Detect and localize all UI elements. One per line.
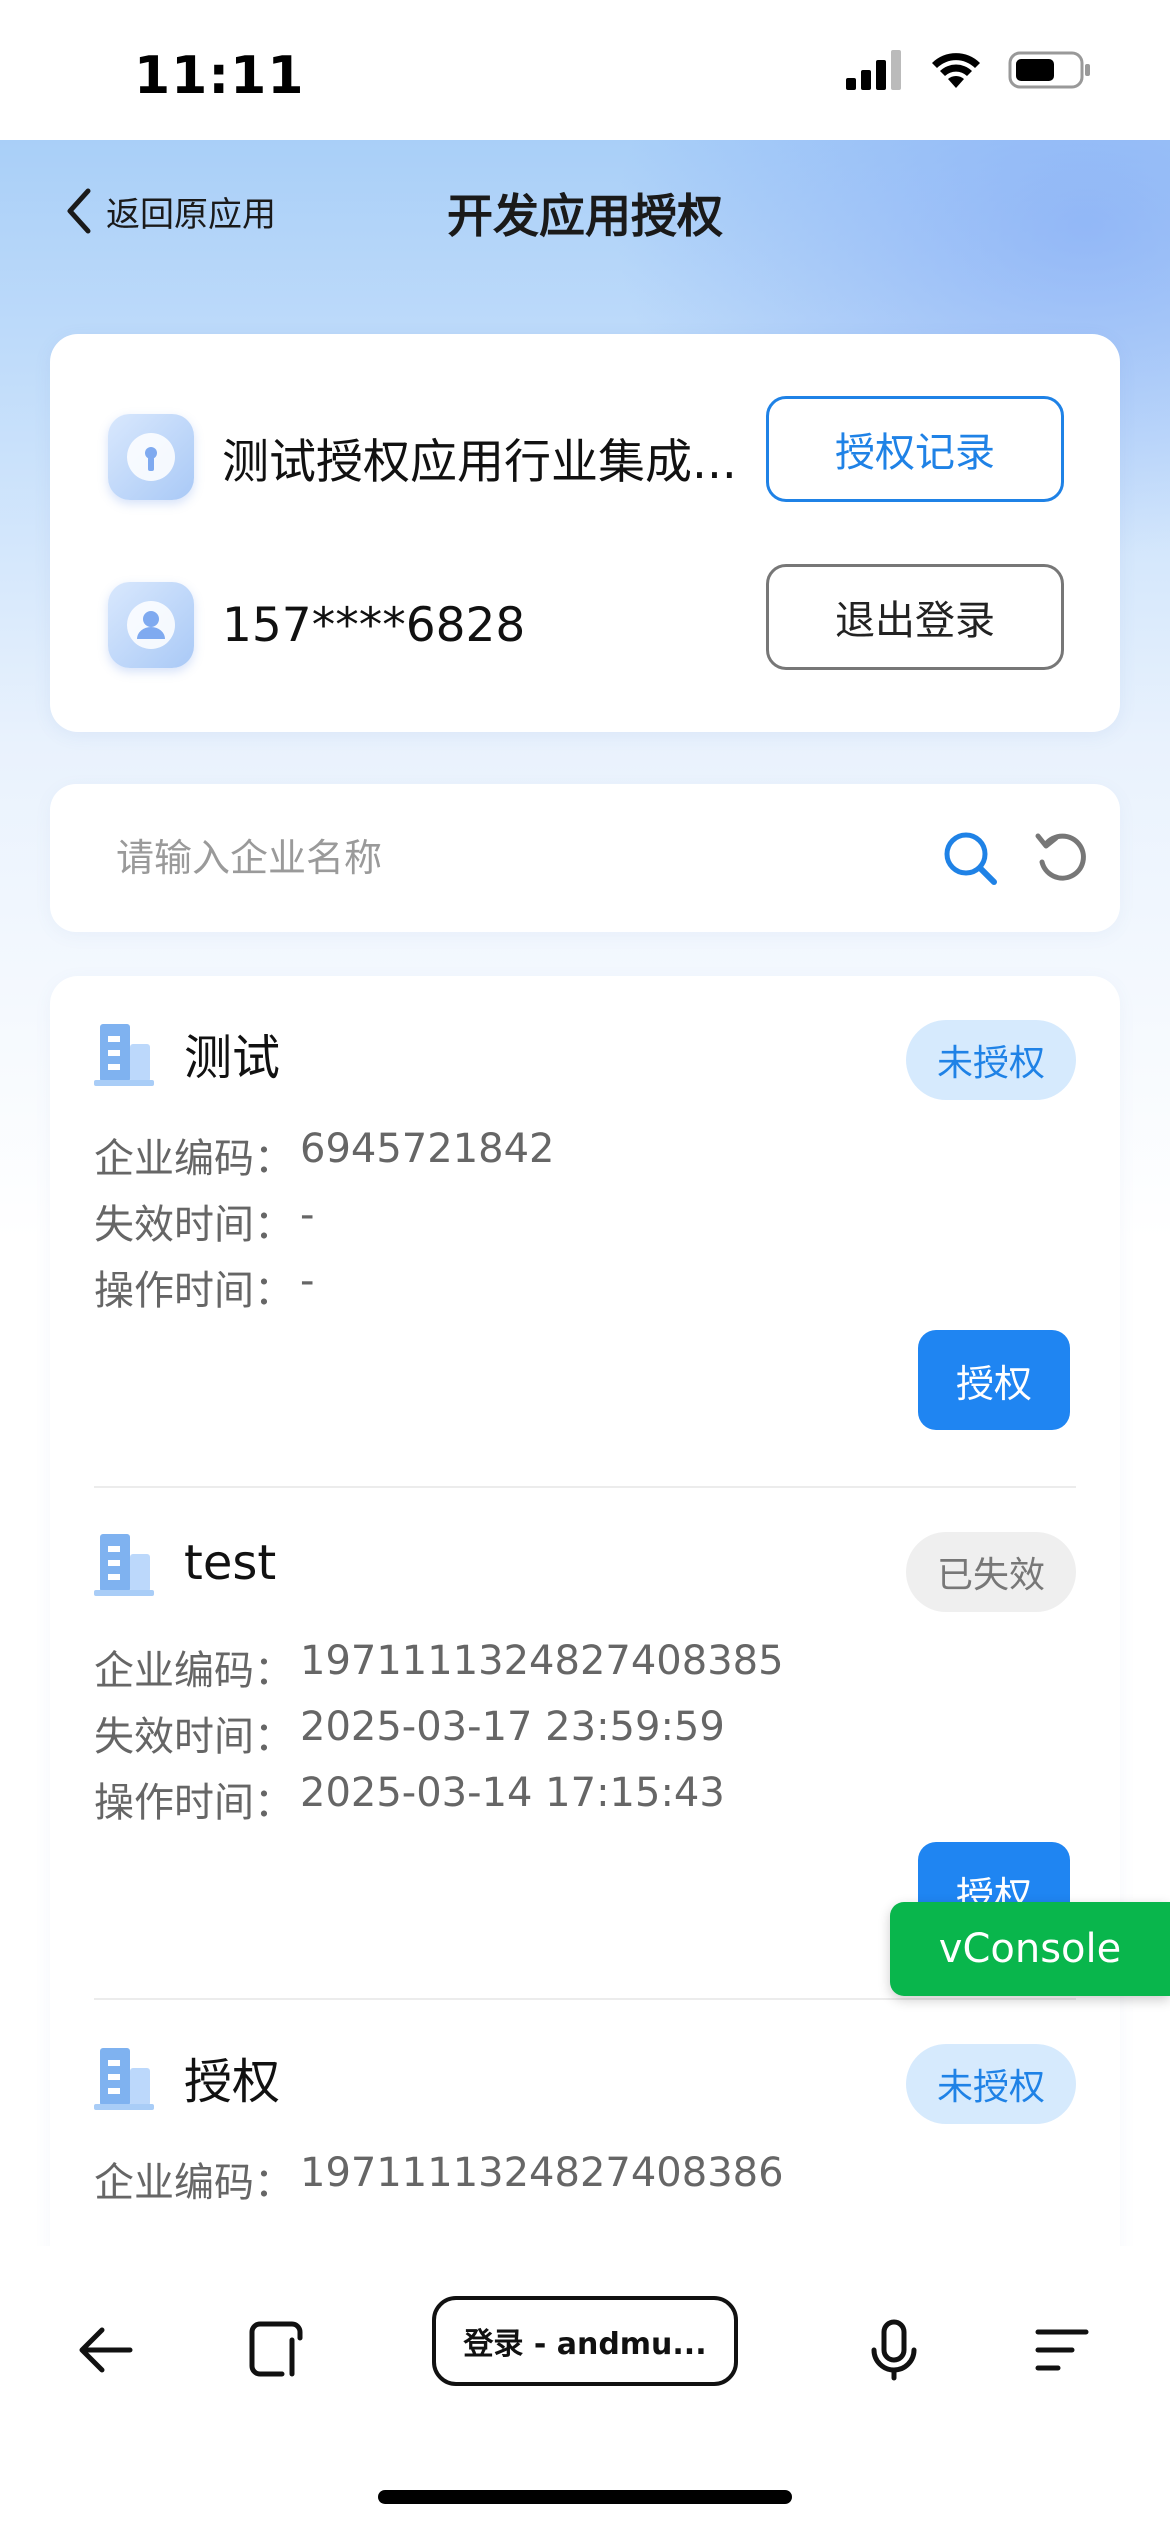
enterprise-code-field: 企业编码： 6945721842 [94, 1126, 555, 1184]
account-card: 测试授权应用行业集成... 授权记录 157****6828 退出登录 [50, 334, 1120, 732]
status-icons [846, 50, 1092, 90]
app-badge-icon [127, 433, 175, 481]
search-button[interactable] [938, 826, 1002, 890]
list-item: 测试 未授权 企业编码： 6945721842 失效时间： - 操作时间： - … [50, 976, 1120, 1488]
nav-bar: 返回原应用 开发应用授权 [0, 140, 1170, 285]
building-icon [94, 2048, 154, 2110]
user-phone: 157****6828 [222, 597, 526, 653]
chevron-left-icon [67, 188, 91, 234]
list-item: 授权 未授权 企业编码： 1971111324827408386 [50, 2000, 1120, 2266]
menu-icon [1035, 2329, 1089, 2371]
expire-time-field: 失效时间： - [94, 1192, 314, 1250]
arrow-left-icon [79, 2327, 133, 2373]
app-row: 测试授权应用行业集成... [108, 414, 742, 500]
enterprise-header: test [94, 1530, 276, 1596]
wifi-icon [932, 53, 980, 88]
authorization-records-button[interactable]: 授权记录 [766, 396, 1064, 502]
browser-back-button[interactable] [66, 2310, 146, 2390]
search-input[interactable] [116, 826, 936, 890]
field-label: 企业编码： [94, 1136, 294, 1182]
back-to-app-button[interactable]: 返回原应用 [62, 186, 276, 236]
microphone-icon [871, 2319, 917, 2381]
search-icon [944, 832, 997, 885]
enterprise-code-field: 企业编码： 1971111324827408385 [94, 1638, 784, 1696]
vconsole-button[interactable]: vConsole [890, 1902, 1170, 1996]
cellular-signal-icon [846, 50, 901, 90]
enterprise-header: 测试 [94, 1018, 280, 1088]
field-label: 失效时间： [94, 1202, 294, 1248]
menu-button[interactable] [1022, 2310, 1102, 2390]
authorize-button[interactable]: 授权 [918, 1330, 1070, 1430]
logout-button[interactable]: 退出登录 [766, 564, 1064, 670]
operation-time: - [300, 1258, 315, 1304]
field-label: 失效时间： [94, 1714, 294, 1760]
enterprise-code: 6945721842 [300, 1126, 555, 1172]
expire-time: - [300, 1192, 315, 1238]
user-avatar [108, 582, 194, 668]
operation-time: 2025-03-14 17:15:43 [300, 1770, 725, 1816]
field-label: 企业编码： [94, 2160, 294, 2206]
enterprise-header: 授权 [94, 2042, 280, 2112]
enterprise-name: test [184, 1535, 277, 1591]
tabs-button[interactable] [236, 2310, 316, 2390]
tabs-icon [249, 2321, 303, 2377]
operation-time-field: 操作时间： - [94, 1258, 314, 1316]
enterprise-name: 测试 [184, 1030, 281, 1086]
enterprise-code-field: 企业编码： 1971111324827408386 [94, 2150, 784, 2208]
status-bar: 11:11 [0, 0, 1170, 140]
refresh-icon [1035, 833, 1086, 881]
operation-time-field: 操作时间： 2025-03-14 17:15:43 [94, 1770, 725, 1828]
home-indicator[interactable] [378, 2490, 792, 2504]
app-icon [108, 414, 194, 500]
url-bar[interactable]: 登录 - andmu... [432, 2296, 738, 2386]
search-box [50, 784, 1120, 932]
refresh-button[interactable] [1030, 826, 1094, 890]
enterprise-list: 测试 未授权 企业编码： 6945721842 失效时间： - 操作时间： - … [50, 976, 1120, 2266]
app-name: 测试授权应用行业集成... [222, 434, 737, 490]
status-badge: 已失效 [906, 1532, 1076, 1612]
field-label: 操作时间： [94, 1268, 294, 1314]
back-label: 返回原应用 [106, 194, 276, 235]
voice-button[interactable] [854, 2310, 934, 2390]
status-badge: 未授权 [906, 1020, 1076, 1100]
field-label: 操作时间： [94, 1780, 294, 1826]
enterprise-code: 1971111324827408386 [300, 2150, 784, 2196]
expire-time-field: 失效时间： 2025-03-17 23:59:59 [94, 1704, 725, 1762]
field-label: 企业编码： [94, 1648, 294, 1694]
building-icon [94, 1024, 154, 1086]
status-badge: 未授权 [906, 2044, 1076, 2124]
user-row: 157****6828 [108, 582, 525, 668]
status-time: 11:11 [134, 46, 305, 106]
building-icon [94, 1534, 154, 1596]
expire-time: 2025-03-17 23:59:59 [300, 1704, 725, 1750]
enterprise-name: 授权 [184, 2054, 281, 2110]
user-icon [127, 601, 175, 649]
battery-icon [1008, 51, 1090, 89]
enterprise-code: 1971111324827408385 [300, 1638, 784, 1684]
